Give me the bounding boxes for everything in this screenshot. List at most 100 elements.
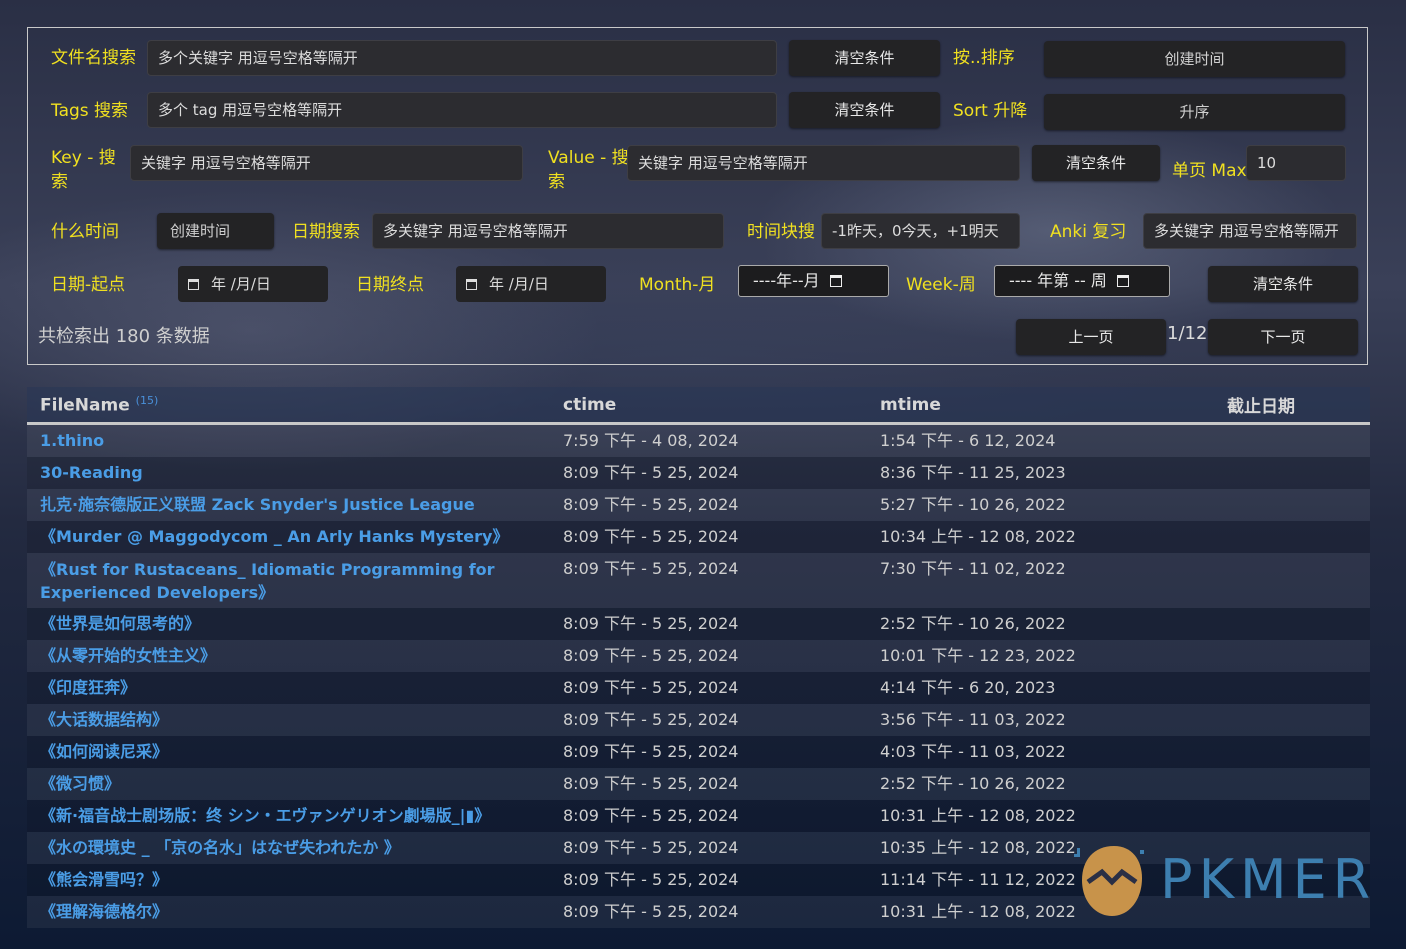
- table-header-row: FileName (15) ctime mtime 截止日期: [27, 387, 1370, 425]
- result-count: 共检索出 180 条数据: [38, 326, 210, 347]
- filename-link[interactable]: 《新·福音战士剧场版：终 シン・エヴァンゲリオン劇場版_|▮》: [27, 800, 550, 832]
- deadline-cell: [1214, 736, 1370, 768]
- filename-link[interactable]: 扎克·施奈德版正义联盟 Zack Snyder's Justice League: [27, 489, 550, 521]
- ctime-cell: 8:09 下午 - 5 25, 2024: [550, 553, 867, 608]
- time-block-label: 时间块搜: [747, 222, 815, 242]
- filter-panel: [27, 27, 1368, 365]
- clear-tags-button[interactable]: 清空条件: [789, 92, 940, 128]
- clear-filename-button[interactable]: 清空条件: [789, 40, 940, 76]
- table-row: 《Rust for Rustaceans_ Idiomatic Programm…: [27, 553, 1370, 608]
- key-search-label-line2: 索: [51, 172, 68, 192]
- filename-link[interactable]: 《如何阅读尼采》: [27, 736, 550, 768]
- date-search-input[interactable]: 多关键字 用逗号空格等隔开: [372, 213, 724, 249]
- calendar-icon[interactable]: [1116, 275, 1129, 287]
- date-end-value: 年 /月/日: [489, 275, 549, 293]
- deadline-cell: [1214, 489, 1370, 521]
- date-start-label: 日期-起点: [51, 275, 126, 295]
- filename-link[interactable]: 1.thino: [27, 423, 550, 457]
- clear-key-value-button[interactable]: 清空条件: [1032, 145, 1160, 181]
- ctime-cell: 8:09 下午 - 5 25, 2024: [550, 704, 867, 736]
- ctime-cell: 8:09 下午 - 5 25, 2024: [550, 896, 867, 928]
- table-row: 《如何阅读尼采》 8:09 下午 - 5 25, 2024 4:03 下午 - 11…: [27, 736, 1370, 768]
- ctime-cell: 8:09 下午 - 5 25, 2024: [550, 608, 867, 640]
- filename-search-label: 文件名搜索: [51, 48, 136, 68]
- key-search-input[interactable]: 关键字 用逗号空格等隔开: [130, 145, 523, 181]
- table-row: 30-Reading 8:09 下午 - 5 25, 2024 8:36 下午 - …: [27, 457, 1370, 489]
- deadline-cell: [1214, 608, 1370, 640]
- filename-search-input[interactable]: 多个关键字 用逗号空格等隔开: [147, 40, 777, 76]
- tags-search-input[interactable]: 多个 tag 用逗号空格等隔开: [147, 92, 777, 128]
- filename-link[interactable]: 《熊会滑雪吗？》: [27, 864, 550, 896]
- date-end-input[interactable]: 年 /月/日: [456, 266, 606, 302]
- filename-link[interactable]: 《从零开始的女性主义》: [27, 640, 550, 672]
- table-row: 《新·福音战士剧场版：终 シン・エヴァンゲリオン劇場版_|▮》 8:09 下午 -…: [27, 800, 1370, 832]
- time-block-input[interactable]: -1昨天，0今天，+1明天: [821, 213, 1020, 249]
- filename-link[interactable]: 《印度狂奔》: [27, 672, 550, 704]
- sort-order-label: Sort 升降: [953, 101, 1028, 121]
- next-page-button[interactable]: 下一页: [1208, 319, 1358, 355]
- deadline-cell: [1214, 553, 1370, 608]
- header-filename-text: FileName: [40, 395, 130, 416]
- calendar-icon[interactable]: [829, 275, 842, 287]
- week-input[interactable]: ---- 年第 -- 周: [994, 265, 1170, 297]
- value-search-label-line1: Value - 搜: [548, 148, 629, 168]
- filename-link[interactable]: 《微习惯》: [27, 768, 550, 800]
- ctime-cell: 8:09 下午 - 5 25, 2024: [550, 864, 867, 896]
- page-max-label: 单页 Max: [1172, 161, 1247, 181]
- ctime-cell: 8:09 下午 - 5 25, 2024: [550, 521, 867, 553]
- filename-link[interactable]: 《水の環境史 _ 「京の名水」はなぜ失われたか 》: [27, 832, 550, 864]
- month-label: Month-月: [639, 275, 716, 295]
- mtime-cell: 3:56 下午 - 11 03, 2022: [867, 704, 1214, 736]
- ctime-cell: 8:09 下午 - 5 25, 2024: [550, 800, 867, 832]
- date-start-input[interactable]: 年 /月/日: [178, 266, 328, 302]
- deadline-cell: [1214, 800, 1370, 832]
- filename-link[interactable]: 《世界是如何思考的》: [27, 608, 550, 640]
- calendar-icon[interactable]: [188, 279, 199, 290]
- date-end-label: 日期终点: [356, 275, 424, 295]
- mtime-cell: 2:52 下午 - 10 26, 2022: [867, 768, 1214, 800]
- when-select[interactable]: 创建时间: [157, 213, 274, 249]
- ctime-cell: 8:09 下午 - 5 25, 2024: [550, 457, 867, 489]
- deadline-cell: [1214, 768, 1370, 800]
- mtime-cell: 7:30 下午 - 11 02, 2022: [867, 553, 1214, 608]
- clear-dates-button[interactable]: 清空条件: [1208, 266, 1358, 302]
- page-max-input[interactable]: 10: [1246, 145, 1346, 181]
- mtime-cell: 4:14 下午 - 6 20, 2023: [867, 672, 1214, 704]
- header-ctime[interactable]: ctime: [550, 387, 867, 425]
- deadline-cell: [1214, 457, 1370, 489]
- filename-link[interactable]: 《Murder @ Maggodycom _ An Arly Hanks Mys…: [27, 521, 550, 553]
- filename-link[interactable]: 30-Reading: [27, 457, 550, 489]
- week-label: Week-周: [906, 275, 976, 295]
- header-deadline[interactable]: 截止日期: [1214, 387, 1370, 425]
- value-search-input[interactable]: 关键字 用逗号空格等隔开: [627, 145, 1020, 181]
- mtime-cell: 10:34 上午 - 12 08, 2022: [867, 521, 1214, 553]
- filename-link[interactable]: 《理解海德格尔》: [27, 896, 550, 928]
- month-input[interactable]: ----年--月: [738, 265, 889, 297]
- value-search-label-line2: 索: [548, 172, 565, 192]
- mtime-cell: 10:31 上午 - 12 08, 2022: [867, 800, 1214, 832]
- table-row: 1.thino 7:59 下午 - 4 08, 2024 1:54 下午 - 6 1…: [27, 423, 1370, 457]
- table-row: 《大话数据结构》 8:09 下午 - 5 25, 2024 3:56 下午 - 11…: [27, 704, 1370, 736]
- mtime-cell: 4:03 下午 - 11 03, 2022: [867, 736, 1214, 768]
- table-row: 《世界是如何思考的》 8:09 下午 - 5 25, 2024 2:52 下午 - …: [27, 608, 1370, 640]
- sort-by-select[interactable]: 创建时间: [1044, 41, 1345, 77]
- prev-page-button[interactable]: 上一页: [1016, 319, 1166, 355]
- deadline-cell: [1214, 704, 1370, 736]
- header-mtime[interactable]: mtime: [867, 387, 1214, 425]
- deadline-cell: [1214, 640, 1370, 672]
- calendar-icon[interactable]: [466, 279, 477, 290]
- sort-order-select[interactable]: 升序: [1044, 94, 1345, 130]
- page-indicator: 1/12: [1167, 323, 1208, 344]
- ctime-cell: 8:09 下午 - 5 25, 2024: [550, 832, 867, 864]
- key-search-label: Key - 搜 索: [51, 146, 116, 194]
- deadline-cell: [1214, 672, 1370, 704]
- month-value: ----年--月: [753, 271, 820, 290]
- deadline-cell: [1214, 521, 1370, 553]
- ctime-cell: 8:09 下午 - 5 25, 2024: [550, 736, 867, 768]
- anki-input[interactable]: 多关键字 用逗号空格等隔开: [1143, 213, 1357, 249]
- filename-link[interactable]: 《Rust for Rustaceans_ Idiomatic Programm…: [27, 553, 550, 608]
- filename-count-badge: (15): [135, 393, 159, 407]
- date-start-value: 年 /月/日: [211, 275, 271, 293]
- filename-link[interactable]: 《大话数据结构》: [27, 704, 550, 736]
- header-filename[interactable]: FileName (15): [27, 387, 550, 425]
